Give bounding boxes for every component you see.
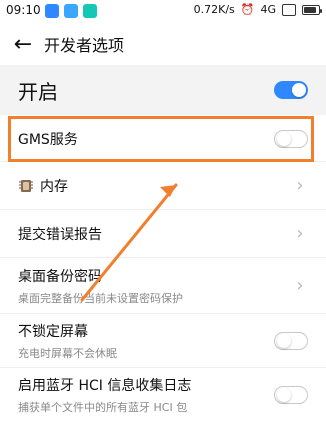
toggle-knob bbox=[277, 333, 291, 348]
row-title: GMS服务 bbox=[18, 131, 78, 148]
chevron-right-icon: › bbox=[296, 223, 304, 244]
row-title: 启用蓝牙 HCI 信息收集日志 bbox=[18, 377, 192, 394]
row-bug-report[interactable]: 提交错误报告 › bbox=[0, 210, 326, 258]
page-title: 开发者选项 bbox=[44, 36, 125, 55]
status-right-group: 0.72K/s ⏰ 4G bbox=[193, 3, 322, 16]
row-subtitle: 充电时屏幕不会休眠 bbox=[18, 346, 117, 360]
alarm-icon: ⏰ bbox=[240, 3, 255, 16]
row-title: 不锁定屏幕 bbox=[18, 323, 88, 340]
gms-toggle[interactable] bbox=[274, 129, 308, 148]
row-subtitle: 桌面完整备份当前未设置密码保护 bbox=[18, 291, 183, 305]
developer-options-screen: 09:10 0.72K/s ⏰ 4G ← 开发者选项 开启 GMS服务 内存 ›… bbox=[0, 0, 326, 421]
app-icon-cloud bbox=[45, 4, 59, 18]
network-speed: 0.72K/s bbox=[193, 3, 235, 16]
toggle-knob bbox=[292, 83, 306, 97]
chip-icon bbox=[18, 178, 34, 194]
toggle-knob bbox=[277, 387, 291, 402]
app-icon-mail bbox=[64, 4, 78, 18]
status-bar: 09:10 0.72K/s ⏰ 4G bbox=[0, 0, 326, 22]
stay-awake-toggle[interactable] bbox=[274, 331, 308, 350]
app-bar: ← 开发者选项 bbox=[0, 24, 326, 64]
developer-options-master-row[interactable]: 开启 bbox=[0, 65, 326, 115]
row-memory[interactable]: 内存 › bbox=[0, 162, 326, 210]
row-desktop-backup-password[interactable]: 桌面备份密码 桌面完整备份当前未设置密码保护 › bbox=[0, 258, 326, 314]
bt-hci-log-toggle[interactable] bbox=[274, 385, 308, 404]
battery-fill bbox=[304, 6, 316, 13]
app-icon-scan bbox=[83, 4, 97, 18]
chevron-right-icon: › bbox=[296, 175, 304, 196]
row-title: 提交错误报告 bbox=[18, 226, 102, 243]
status-time: 09:10 bbox=[6, 3, 41, 17]
row-text: 启用蓝牙 HCI 信息收集日志 捕获单个文件中的所有蓝牙 HCI 包 bbox=[18, 375, 191, 415]
toggle-knob bbox=[277, 131, 291, 146]
arrow-left-icon[interactable]: ← bbox=[6, 27, 40, 61]
network-type: 4G bbox=[260, 3, 276, 16]
row-text: 不锁定屏幕 充电时屏幕不会休眠 bbox=[18, 321, 117, 361]
row-subtitle: 捕获单个文件中的所有蓝牙 HCI 包 bbox=[18, 400, 188, 414]
row-left: 内存 bbox=[18, 176, 68, 196]
row-title: 桌面备份密码 bbox=[18, 268, 102, 285]
row-bt-hci-log[interactable]: 启用蓝牙 HCI 信息收集日志 捕获单个文件中的所有蓝牙 HCI 包 bbox=[0, 368, 326, 421]
row-gms[interactable]: GMS服务 bbox=[0, 116, 326, 162]
row-stay-awake[interactable]: 不锁定屏幕 充电时屏幕不会休眠 bbox=[0, 314, 326, 368]
row-text: 桌面备份密码 桌面完整备份当前未设置密码保护 bbox=[18, 266, 183, 306]
chevron-right-icon: › bbox=[296, 275, 304, 296]
section-title: 开启 bbox=[18, 79, 58, 104]
battery-icon bbox=[302, 4, 322, 15]
master-toggle[interactable] bbox=[274, 81, 308, 99]
row-title: 内存 bbox=[40, 178, 68, 195]
signal-icon bbox=[282, 3, 296, 16]
